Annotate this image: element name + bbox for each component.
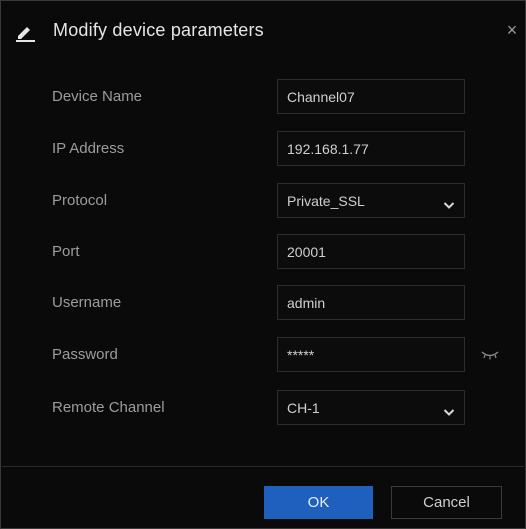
protocol-row: Protocol Private_SSL bbox=[1, 183, 525, 219]
password-label: Password bbox=[52, 346, 118, 363]
username-row: Username admin bbox=[1, 285, 525, 321]
username-label: Username bbox=[52, 294, 122, 311]
chevron-down-icon bbox=[443, 404, 455, 416]
ip-address-label: IP Address bbox=[52, 140, 125, 157]
dialog-title-bar: Modify device parameters × bbox=[1, 1, 525, 63]
device-name-row: Device Name Channel07 bbox=[1, 79, 525, 115]
ip-address-row: IP Address 192.168.1.77 bbox=[1, 131, 525, 167]
ip-address-input[interactable]: 192.168.1.77 bbox=[277, 131, 465, 166]
password-row: Password ***** bbox=[1, 337, 525, 373]
eye-closed-icon[interactable] bbox=[480, 348, 500, 362]
close-icon[interactable]: × bbox=[501, 19, 523, 41]
device-name-label: Device Name bbox=[52, 88, 143, 105]
modify-device-dialog: Modify device parameters × Device Name C… bbox=[0, 0, 526, 529]
protocol-select[interactable]: Private_SSL bbox=[277, 183, 465, 218]
username-input[interactable]: admin bbox=[277, 285, 465, 320]
remote-channel-row: Remote Channel CH-1 bbox=[1, 390, 525, 426]
device-name-value: Channel07 bbox=[287, 89, 355, 105]
device-name-input[interactable]: Channel07 bbox=[277, 79, 465, 114]
edit-pencil-icon bbox=[14, 21, 36, 43]
remote-channel-select[interactable]: CH-1 bbox=[277, 390, 465, 425]
protocol-label: Protocol bbox=[52, 192, 108, 209]
port-input[interactable]: 20001 bbox=[277, 234, 465, 269]
dialog-title: Modify device parameters bbox=[53, 20, 264, 40]
password-value: ***** bbox=[287, 347, 315, 363]
protocol-value: Private_SSL bbox=[287, 193, 365, 209]
port-label: Port bbox=[52, 243, 80, 260]
remote-channel-label: Remote Channel bbox=[52, 399, 165, 416]
ip-address-value: 192.168.1.77 bbox=[287, 141, 369, 157]
port-row: Port 20001 bbox=[1, 234, 525, 270]
cancel-button[interactable]: Cancel bbox=[391, 486, 502, 519]
ok-button[interactable]: OK bbox=[264, 486, 373, 519]
remote-channel-value: CH-1 bbox=[287, 400, 320, 416]
password-input[interactable]: ***** bbox=[277, 337, 465, 372]
port-value: 20001 bbox=[287, 244, 326, 260]
username-value: admin bbox=[287, 295, 326, 311]
chevron-down-icon bbox=[443, 197, 455, 209]
footer-divider bbox=[2, 466, 524, 467]
